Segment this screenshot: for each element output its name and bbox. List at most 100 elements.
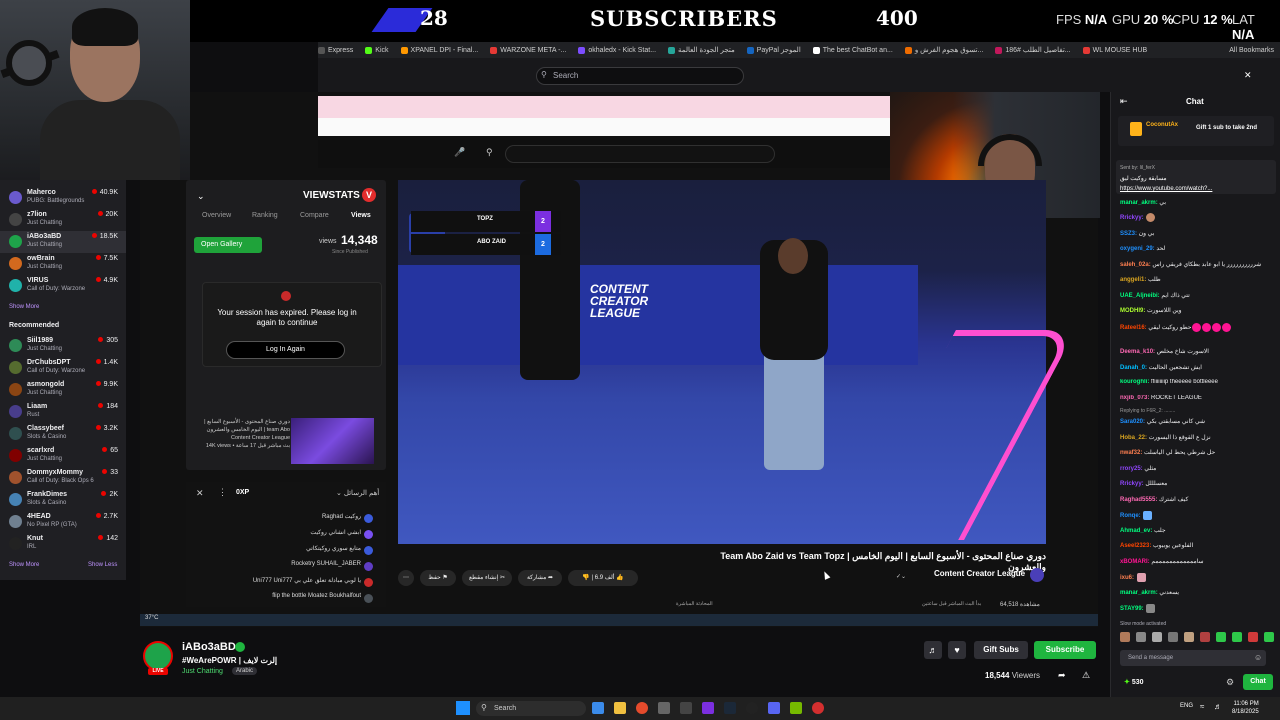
channel-points[interactable]: ✦ 530 bbox=[1124, 678, 1144, 686]
chat-input[interactable]: Send a message bbox=[1120, 650, 1266, 666]
chat-username[interactable]: Rrickyy: bbox=[1120, 215, 1144, 221]
chat-username[interactable]: saleh_02a: bbox=[1120, 262, 1151, 268]
sidebar-channel[interactable]: DommyxMommy Call of Duty: Black Ops 6 33 bbox=[0, 467, 126, 489]
report-icon[interactable]: ⚠ bbox=[1082, 670, 1090, 681]
like-dislike-button[interactable]: 👎 | 6.9 ألف 👍 bbox=[568, 570, 638, 586]
emote-icon[interactable] bbox=[1248, 632, 1258, 642]
microphone-icon[interactable]: 🎤 bbox=[454, 147, 465, 158]
show-less-link[interactable]: Show Less bbox=[88, 562, 117, 568]
show-more-link[interactable]: Show More bbox=[9, 304, 39, 310]
sidebar-channel[interactable]: Liaam Rust 184 bbox=[0, 401, 126, 423]
chat-username[interactable]: nwaf32: bbox=[1120, 450, 1142, 456]
bookmark-item[interactable]: WL MOUSE HUB bbox=[1082, 46, 1147, 54]
sidebar-channel[interactable]: owBrain Just Chatting 7.5K bbox=[0, 253, 126, 275]
chrome-icon[interactable] bbox=[636, 702, 648, 714]
stream-tag[interactable]: Arabic bbox=[232, 667, 258, 675]
bookmark-item[interactable]: PayPal الموجز bbox=[746, 46, 801, 54]
emote-icon[interactable] bbox=[1152, 632, 1162, 642]
chat-username[interactable]: anggeli1: bbox=[1120, 277, 1146, 283]
channel-avatar[interactable] bbox=[1030, 568, 1044, 582]
suggested-video-info[interactable]: دوري صناع المحتوى - الأسبوع السابع | الي… bbox=[194, 418, 290, 450]
chat-username[interactable]: Hoba_22: bbox=[1120, 435, 1147, 441]
obs-icon[interactable] bbox=[746, 702, 758, 714]
chat-username[interactable]: SSZ3: bbox=[1120, 231, 1137, 237]
share-button[interactable]: مشاركة ➦ bbox=[518, 570, 562, 586]
sidebar-channel[interactable]: Knut IRL 142 bbox=[0, 533, 126, 555]
subscribe-button[interactable]: Subscribe bbox=[1034, 641, 1096, 659]
live-chat-link[interactable]: المحادثة المباشرة bbox=[676, 601, 713, 607]
subscribed-icon[interactable]: ✓⌄ bbox=[896, 573, 906, 580]
all-bookmarks[interactable]: All Bookmarks bbox=[1229, 47, 1280, 54]
open-gallery-button[interactable]: Open Gallery bbox=[194, 237, 262, 253]
close-icon[interactable]: ✕ bbox=[196, 488, 204, 499]
collapse-chat-icon[interactable]: ⇤ bbox=[1120, 96, 1128, 107]
taskbar-search[interactable]: Search bbox=[476, 701, 586, 716]
sidebar-channel-active[interactable]: iABo3aBD Just Chatting 18.5K bbox=[0, 231, 126, 253]
log-in-again-button[interactable]: Log In Again bbox=[226, 341, 345, 359]
show-more-link[interactable]: Show More bbox=[9, 562, 39, 568]
bookmark-item[interactable]: Express bbox=[318, 46, 353, 54]
gift-subs-button[interactable]: Gift Subs bbox=[974, 641, 1028, 659]
chat-username[interactable]: STAY99: bbox=[1120, 606, 1144, 612]
sidebar-channel[interactable]: asmongold Just Chatting 9.9K bbox=[0, 379, 126, 401]
bookmark-item[interactable]: The best ChatBot an... bbox=[812, 46, 893, 54]
bookmark-item[interactable]: تسوق هجوم الفرش و... bbox=[904, 46, 983, 54]
chevron-down-icon[interactable]: ⌄ bbox=[197, 191, 205, 202]
gear-icon[interactable]: ⚙ bbox=[1226, 677, 1234, 688]
bookmark-item[interactable]: okhaledx - Kick Stat... bbox=[578, 46, 656, 54]
emoji-picker-icon[interactable]: ☺ bbox=[1254, 653, 1262, 662]
tab-overview[interactable]: Overview bbox=[202, 212, 231, 219]
youtube-search-icon[interactable]: ⚲ bbox=[486, 147, 493, 158]
emote-icon[interactable] bbox=[1264, 632, 1274, 642]
emote-icon[interactable] bbox=[1168, 632, 1178, 642]
chat-send-button[interactable]: Chat bbox=[1243, 674, 1273, 690]
emote-icon[interactable] bbox=[1136, 632, 1146, 642]
discord-icon[interactable] bbox=[768, 702, 780, 714]
emote-icon[interactable] bbox=[1216, 632, 1226, 642]
app-icon[interactable] bbox=[790, 702, 802, 714]
bookmark-item[interactable]: تفاصيل الطلب #186... bbox=[995, 46, 1071, 54]
streamer-name[interactable]: iABo3aBD bbox=[182, 641, 236, 653]
chat-username[interactable]: oxygeni_29: bbox=[1120, 246, 1155, 252]
link-url[interactable]: https://www.youtube.com/watch?... bbox=[1120, 186, 1212, 192]
emote-icon[interactable] bbox=[1120, 632, 1130, 642]
close-icon[interactable]: ✕ bbox=[1244, 70, 1252, 81]
app-icon[interactable] bbox=[680, 702, 692, 714]
tab-views[interactable]: Views bbox=[351, 212, 371, 219]
more-options-icon[interactable]: ⋮ bbox=[218, 487, 227, 498]
chat-username[interactable]: xBOMARI: bbox=[1120, 559, 1150, 565]
sidebar-channel[interactable]: Classybeef Slots & Casino 3.2K bbox=[0, 423, 126, 445]
system-clock[interactable]: 11:06 PM 8/18/2025 bbox=[1232, 700, 1259, 716]
windows-start-icon[interactable] bbox=[456, 701, 470, 715]
app-icon[interactable] bbox=[812, 702, 824, 714]
bookmark-item[interactable]: متجر الجودة العالمة bbox=[668, 46, 735, 54]
youtube-search-input[interactable] bbox=[505, 145, 775, 163]
chat-username[interactable]: Ronqe: bbox=[1120, 513, 1141, 519]
top-messages-dropdown[interactable]: ⌄ أهم الرسائل bbox=[336, 489, 379, 497]
tab-compare[interactable]: Compare bbox=[300, 212, 329, 219]
stream-category[interactable]: Just Chatting bbox=[182, 668, 223, 675]
emote-icon[interactable] bbox=[1232, 632, 1242, 642]
save-button[interactable]: حفظ ⚑ bbox=[420, 570, 456, 586]
chat-username[interactable]: Danah_0: bbox=[1120, 365, 1147, 371]
sidebar-channel[interactable]: DrChubsDPT Call of Duty: Warzone 1.4K bbox=[0, 357, 126, 379]
chat-username[interactable]: Sara020: bbox=[1120, 419, 1145, 425]
chat-username[interactable]: rrory25: bbox=[1120, 466, 1143, 472]
tab-ranking[interactable]: Ranking bbox=[252, 212, 278, 219]
chat-username[interactable]: Rrickyy: bbox=[1120, 481, 1144, 487]
sidebar-channel[interactable]: Maherco PUBG: Battlegrounds 40.9K bbox=[0, 187, 126, 209]
search-input[interactable]: Search bbox=[536, 67, 744, 85]
chat-username[interactable]: kouroghli: bbox=[1120, 379, 1149, 385]
suggested-video-thumbnail[interactable] bbox=[291, 418, 374, 464]
sidebar-channel[interactable]: 4HEAD No Pixel RP (GTA) 2.7K bbox=[0, 511, 126, 533]
wifi-icon[interactable]: ≈ bbox=[1200, 702, 1204, 711]
speaker-icon[interactable]: ♬ bbox=[1214, 702, 1222, 711]
chat-username[interactable]: manar_akrm: bbox=[1120, 200, 1158, 206]
chat-username[interactable]: Deema_k10: bbox=[1120, 349, 1155, 355]
chat-username[interactable]: Raghad5555: bbox=[1120, 497, 1157, 503]
sidebar-channel[interactable]: Siil1989 Just Chatting 305 bbox=[0, 335, 126, 357]
sidebar-channel[interactable]: VIRUS Call of Duty: Warzone 4.9K bbox=[0, 275, 126, 297]
folder-icon[interactable] bbox=[614, 702, 626, 714]
clip-button[interactable]: إنشاء مقطع ✂ bbox=[462, 570, 512, 586]
app-icon[interactable] bbox=[658, 702, 670, 714]
